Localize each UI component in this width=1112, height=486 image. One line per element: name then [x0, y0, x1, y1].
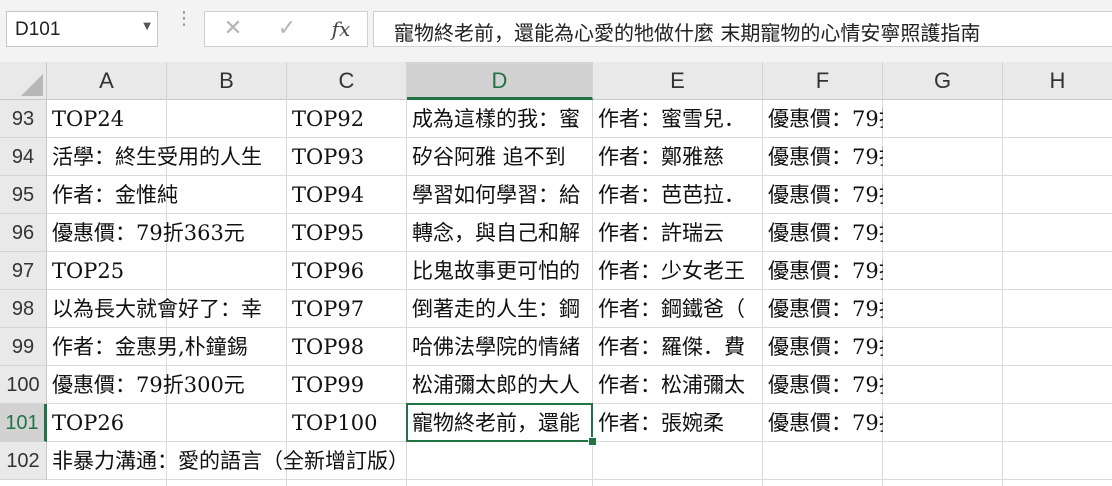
cell-c93[interactable]: TOP92: [287, 100, 407, 138]
cell-c100[interactable]: TOP99: [287, 366, 407, 404]
row-header-99[interactable]: 99: [0, 328, 47, 366]
cell-d93[interactable]: 成為這樣的我：蜜: [407, 100, 593, 138]
column-header-f[interactable]: F: [763, 62, 883, 100]
cell-d97[interactable]: 比鬼故事更可怕的: [407, 252, 593, 290]
formula-actions: ✕ ✓ fx: [204, 11, 368, 47]
insert-function-icon[interactable]: fx: [321, 14, 361, 44]
column-header-b[interactable]: B: [167, 62, 287, 100]
chevron-down-icon[interactable]: ▼: [143, 21, 151, 32]
cell-d101[interactable]: 寵物終老前，還能: [407, 404, 593, 442]
formula-bar: D101 ▼ ⋮ ✕ ✓ fx 寵物終老前，還能為心愛的牠做什麼 末期寵物的心情…: [0, 0, 1112, 62]
column-header-h[interactable]: H: [1003, 62, 1112, 100]
row-gridline: [47, 479, 1112, 480]
cell-c96[interactable]: TOP95: [287, 214, 407, 252]
name-box-value: D101: [15, 19, 61, 40]
cell-c97[interactable]: TOP96: [287, 252, 407, 290]
cell-a97[interactable]: TOP25: [47, 252, 287, 290]
cell-e93[interactable]: 作者：蜜雪兒．: [593, 100, 763, 138]
column-header-c[interactable]: C: [287, 62, 407, 100]
enter-check-icon[interactable]: ✓: [267, 14, 307, 44]
cell-d100[interactable]: 松浦彌太郎的大人: [407, 366, 593, 404]
row-header-96[interactable]: 96: [0, 214, 47, 252]
cell-a96[interactable]: 優惠價：79折363元: [47, 214, 287, 252]
row-header-100[interactable]: 100: [0, 366, 47, 404]
cell-f98[interactable]: 優惠價：79折221元: [763, 290, 883, 328]
row-header-98[interactable]: 98: [0, 290, 47, 328]
cell-d96[interactable]: 轉念，與自己和解: [407, 214, 593, 252]
cancel-icon[interactable]: ✕: [213, 14, 253, 44]
formula-content: 寵物終老前，還能為心愛的牠做什麼 末期寵物的心情安寧照護指南: [394, 21, 981, 45]
cell-e96[interactable]: 作者：許瑞云: [593, 214, 763, 252]
formula-input[interactable]: 寵物終老前，還能為心愛的牠做什麼 末期寵物的心情安寧照護指南: [373, 11, 1112, 47]
cell-a95[interactable]: 作者：金惟純: [47, 176, 287, 214]
cell-e100[interactable]: 作者：松浦彌太: [593, 366, 763, 404]
cell-d94[interactable]: 矽谷阿雅 追不到: [407, 138, 593, 176]
select-all-corner[interactable]: [0, 62, 47, 100]
cell-f100[interactable]: 優惠價：79折237元: [763, 366, 883, 404]
column-gridline: [1002, 100, 1003, 486]
spreadsheet-grid: A B C D E F G H 93 TOP24 TOP92 成為這樣的我：蜜 作者：蜜雪兒． 優惠價：7…: [0, 62, 1112, 486]
cell-d98[interactable]: 倒著走的人生：鋼: [407, 290, 593, 328]
cell-e95[interactable]: 作者：芭芭拉．: [593, 176, 763, 214]
cell-f95[interactable]: 優惠價：79折261元: [763, 176, 883, 214]
name-box[interactable]: D101 ▼: [6, 11, 158, 47]
cell-a102[interactable]: 非暴力溝通：愛的語言（全新增訂版）: [47, 442, 409, 480]
cell-a94[interactable]: 活學：終生受用的人生: [47, 138, 287, 176]
row-header-93[interactable]: 93: [0, 100, 47, 138]
cell-e101[interactable]: 作者：張婉柔: [593, 404, 763, 442]
cell-d95[interactable]: 學習如何學習：給: [407, 176, 593, 214]
cell-c101[interactable]: TOP100: [287, 404, 407, 442]
cell-f94[interactable]: 優惠價：79折300元: [763, 138, 883, 176]
cell-a98[interactable]: 以為長大就會好了：幸: [47, 290, 287, 328]
cell-f99[interactable]: 優惠價：79折316元: [763, 328, 883, 366]
row-header-97[interactable]: 97: [0, 252, 47, 290]
cell-c95[interactable]: TOP94: [287, 176, 407, 214]
cell-a100[interactable]: 優惠價：79折300元: [47, 366, 287, 404]
cell-f101[interactable]: 優惠價：79折379元: [763, 404, 883, 442]
cell-a101[interactable]: TOP26: [47, 404, 287, 442]
row-header-95[interactable]: 95: [0, 176, 47, 214]
cell-c99[interactable]: TOP98: [287, 328, 407, 366]
column-header-e[interactable]: E: [593, 62, 763, 100]
cell-e99[interactable]: 作者：羅傑．費: [593, 328, 763, 366]
row-header-102[interactable]: 102: [0, 442, 47, 480]
cell-a99[interactable]: 作者：金惠男,朴鐘錫: [47, 328, 287, 366]
cell-f93[interactable]: 優惠價：79折442元: [763, 100, 883, 138]
select-all-triangle-icon: [21, 74, 43, 96]
cell-c98[interactable]: TOP97: [287, 290, 407, 328]
cell-f96[interactable]: 優惠價：79折253元: [763, 214, 883, 252]
column-header-a[interactable]: A: [47, 62, 167, 100]
cell-e94[interactable]: 作者：鄭雅慈: [593, 138, 763, 176]
cell-c94[interactable]: TOP93: [287, 138, 407, 176]
row-header-101[interactable]: 101: [0, 404, 47, 442]
cell-e97[interactable]: 作者：少女老王: [593, 252, 763, 290]
column-header-d[interactable]: D: [407, 62, 593, 100]
more-options-icon[interactable]: ⋮: [175, 10, 193, 28]
fill-handle[interactable]: [588, 437, 597, 446]
cell-f97[interactable]: 優惠價：79折261元: [763, 252, 883, 290]
column-header-g[interactable]: G: [883, 62, 1003, 100]
cell-a93[interactable]: TOP24: [47, 100, 287, 138]
row-header-94[interactable]: 94: [0, 138, 47, 176]
cell-d99[interactable]: 哈佛法學院的情緒: [407, 328, 593, 366]
cell-e98[interactable]: 作者：鋼鐵爸（: [593, 290, 763, 328]
